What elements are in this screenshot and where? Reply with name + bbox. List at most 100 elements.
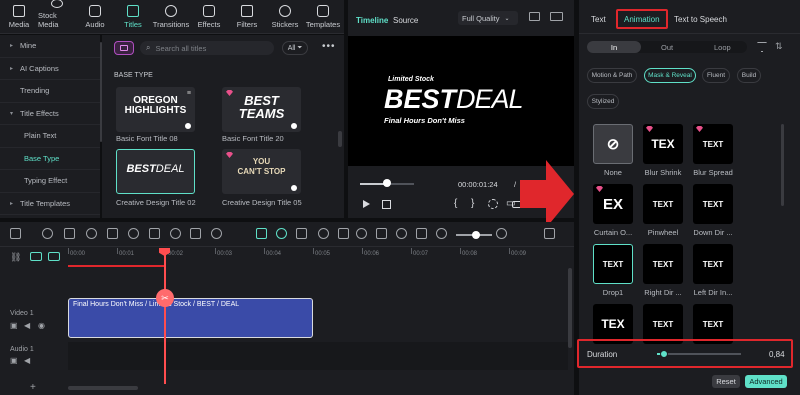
- toolbar-templates[interactable]: Templates: [304, 0, 342, 33]
- scrub-handle[interactable]: [383, 179, 391, 187]
- nav-item-mine[interactable]: ▸ Mine: [0, 35, 100, 58]
- animation-tile-drop1[interactable]: TEXT: [593, 244, 633, 284]
- title-thumb-creative-design-05[interactable]: YOU CAN'T STOP: [222, 149, 301, 194]
- nav-item-ai-captions[interactable]: ▸ AI Captions: [0, 58, 100, 80]
- speaker-icon[interactable]: ◀: [24, 321, 30, 330]
- subtab-in[interactable]: In: [587, 41, 641, 53]
- speed-icon[interactable]: [190, 228, 201, 239]
- caption-icon[interactable]: [416, 228, 427, 239]
- audio-track-lane[interactable]: [68, 342, 568, 370]
- filter-icon[interactable]: [757, 42, 767, 52]
- nav-item-base-type[interactable]: Base Type: [0, 148, 100, 170]
- animation-tile-none[interactable]: ⊘: [593, 124, 633, 164]
- layout-icon[interactable]: [544, 228, 555, 239]
- tab-text[interactable]: Text: [591, 15, 606, 24]
- toolbar-audio[interactable]: Audio: [76, 0, 114, 33]
- link-icon[interactable]: ⛓: [10, 252, 21, 263]
- toolbar-titles[interactable]: Titles: [114, 0, 152, 33]
- select-icon[interactable]: [42, 228, 53, 239]
- animation-tile-down-dir[interactable]: TEXT: [693, 184, 733, 224]
- nav-item-plain-text[interactable]: Plain Text: [0, 125, 100, 148]
- effects-icon[interactable]: [396, 228, 407, 239]
- track-link-icon[interactable]: [30, 252, 42, 261]
- add-track-icon[interactable]: +: [30, 382, 36, 393]
- chip-fluent[interactable]: Fluent: [702, 68, 730, 83]
- title-thumb-creative-design-02[interactable]: BESTDEAL: [116, 149, 195, 194]
- animation-tile-right-dir[interactable]: TEXT: [643, 244, 683, 284]
- timeline-vscrollbar[interactable]: [568, 268, 572, 348]
- animation-tile-left-dir-in[interactable]: TEXT: [693, 244, 733, 284]
- mic-icon[interactable]: [356, 228, 367, 239]
- chip-stylized[interactable]: Stylized: [587, 94, 619, 109]
- tab-text-to-speech[interactable]: Text to Speech: [674, 15, 727, 24]
- duration-slider-handle[interactable]: [659, 350, 668, 358]
- marker-icon[interactable]: [318, 228, 329, 239]
- sort-icon[interactable]: ⇅: [775, 41, 783, 52]
- search-input[interactable]: Search all titles: [155, 44, 206, 53]
- toolbar-transitions[interactable]: Transitions: [152, 0, 190, 33]
- delete-icon[interactable]: [107, 228, 118, 239]
- video-canvas[interactable]: Limited Stock BESTDEAL Final Hours Don't…: [348, 36, 574, 166]
- toolbar-effects[interactable]: Effects: [190, 0, 228, 33]
- eye-icon[interactable]: ◉: [38, 321, 45, 330]
- reset-button[interactable]: Reset: [712, 375, 740, 388]
- cut-icon[interactable]: [128, 228, 139, 239]
- subtab-loop[interactable]: Loop: [714, 43, 731, 52]
- title-thumb-basic-font-20[interactable]: BEST TEAMS: [222, 87, 301, 132]
- folder-icon[interactable]: ▣: [10, 356, 18, 365]
- download-icon[interactable]: [291, 123, 297, 129]
- animation-tile-item-11[interactable]: TEXT: [693, 304, 733, 344]
- settings-icon[interactable]: [488, 199, 498, 209]
- menu-icon[interactable]: ≡: [187, 90, 191, 97]
- advanced-button[interactable]: Advanced: [745, 375, 787, 388]
- animation-tile-blur-spread[interactable]: TEXT: [693, 124, 733, 164]
- crop-icon[interactable]: [170, 228, 181, 239]
- play-icon[interactable]: [363, 200, 370, 208]
- toolbar-stickers[interactable]: Stickers: [266, 0, 304, 33]
- title-thumb-basic-font-08[interactable]: OREGON HIGHLIGHTS ≡: [116, 87, 195, 132]
- folder-icon[interactable]: ▣: [10, 321, 18, 330]
- more-icon[interactable]: [211, 228, 222, 239]
- more-options-icon[interactable]: •••: [322, 41, 336, 52]
- split-scissors-icon[interactable]: ✂: [156, 289, 174, 307]
- title-clip[interactable]: Final Hours Don't Miss / Limited Stock /…: [68, 298, 313, 338]
- text-icon[interactable]: [149, 228, 160, 239]
- nav-item-typing-effect[interactable]: Typing Effect: [0, 170, 100, 193]
- mark-in-icon[interactable]: {: [454, 198, 457, 209]
- animation-tile-curtain-o[interactable]: EX: [593, 184, 633, 224]
- ai-icon[interactable]: [256, 228, 267, 239]
- stop-icon[interactable]: [382, 200, 391, 209]
- animation-tile-blur-shrink[interactable]: TEX: [643, 124, 683, 164]
- search-bar[interactable]: ⌕ Search all titles: [140, 41, 274, 55]
- library-scrollbar[interactable]: [338, 131, 342, 147]
- grid-icon[interactable]: [550, 12, 563, 21]
- image-icon[interactable]: [529, 12, 540, 21]
- chip-motion-path[interactable]: Motion & Path: [587, 68, 637, 83]
- nav-item-title-effects[interactable]: ▾ Title Effects: [0, 103, 100, 125]
- mark-out-icon[interactable]: }: [471, 198, 474, 209]
- toolbar-media[interactable]: Media: [0, 0, 38, 33]
- track-audio-link-icon[interactable]: [48, 252, 60, 261]
- shield-icon[interactable]: [338, 228, 349, 239]
- nav-item-trending[interactable]: Trending: [0, 80, 100, 103]
- filter-dropdown[interactable]: All ⏷: [282, 41, 308, 55]
- toolbar-filters[interactable]: Filters: [228, 0, 266, 33]
- grid-icon[interactable]: [10, 228, 21, 239]
- chip-build[interactable]: Build: [737, 68, 761, 83]
- nav-item-title-templates[interactable]: ▸ Title Templates: [0, 193, 100, 215]
- mixer-icon[interactable]: [376, 228, 387, 239]
- animation-tile-item-10[interactable]: TEXT: [643, 304, 683, 344]
- download-icon[interactable]: [185, 123, 191, 129]
- chip-mask-reveal[interactable]: Mask & Reveal: [644, 68, 696, 83]
- speaker-icon[interactable]: ◀: [24, 356, 30, 365]
- redo-icon[interactable]: [86, 228, 97, 239]
- animation-tile-pinwheel[interactable]: TEXT: [643, 184, 683, 224]
- snap-icon[interactable]: [296, 228, 307, 239]
- timeline-hscrollbar[interactable]: [68, 386, 138, 390]
- favorites-button[interactable]: [114, 41, 134, 55]
- animation-scrollbar[interactable]: [781, 124, 784, 206]
- tab-source[interactable]: Source: [393, 16, 418, 25]
- duration-slider-track[interactable]: [657, 353, 741, 355]
- zoom-in-icon[interactable]: [496, 228, 507, 239]
- animation-tile-item-9[interactable]: TEX: [593, 304, 633, 344]
